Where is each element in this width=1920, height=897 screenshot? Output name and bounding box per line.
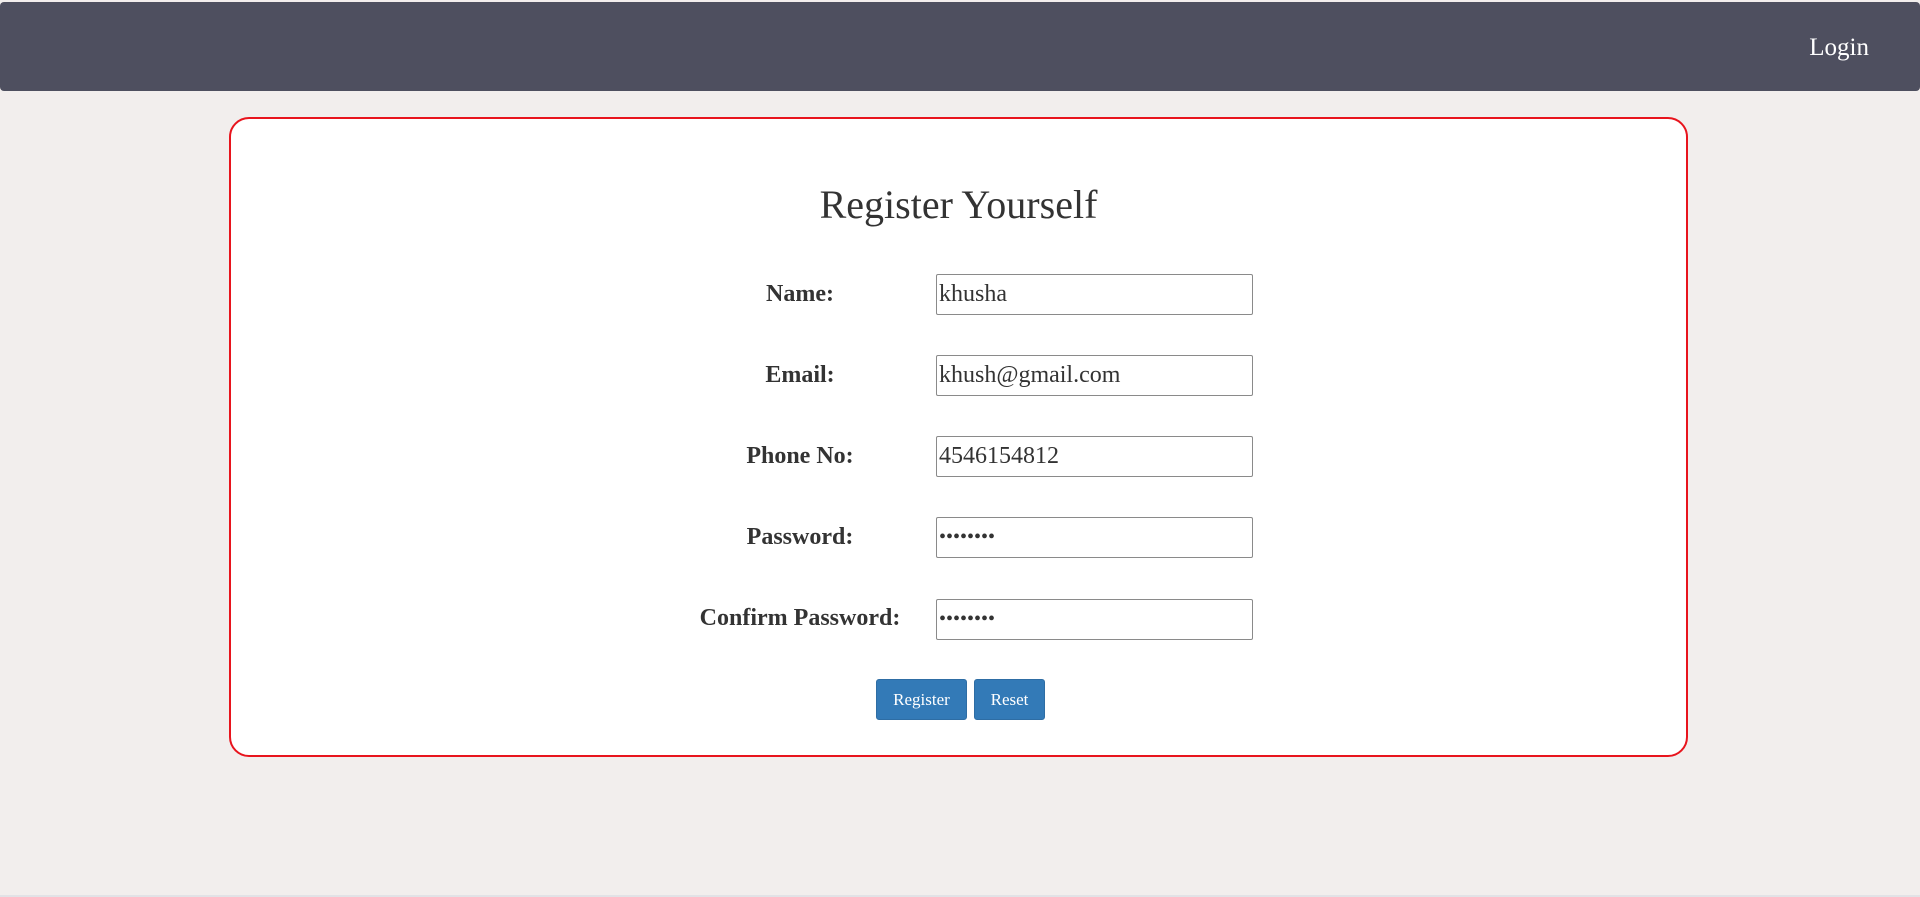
password-label: Password: — [746, 524, 854, 550]
phone-field[interactable] — [936, 436, 1253, 477]
registration-card: Register Yourself Name: Email: Phone No:… — [229, 117, 1688, 757]
name-field[interactable] — [936, 274, 1253, 315]
confirm-password-label: Confirm Password: — [699, 605, 901, 631]
register-button[interactable]: Register — [876, 679, 967, 720]
email-field[interactable] — [936, 355, 1253, 396]
email-label: Email: — [765, 362, 835, 388]
top-navbar: Login — [0, 2, 1920, 91]
name-label: Name: — [766, 281, 834, 307]
password-field[interactable] — [936, 517, 1253, 558]
login-link[interactable]: Login — [1809, 33, 1869, 63]
confirm-password-field[interactable] — [936, 599, 1253, 640]
reset-button[interactable]: Reset — [974, 679, 1045, 720]
page-title: Register Yourself — [819, 182, 1098, 227]
phone-label: Phone No: — [746, 443, 854, 469]
